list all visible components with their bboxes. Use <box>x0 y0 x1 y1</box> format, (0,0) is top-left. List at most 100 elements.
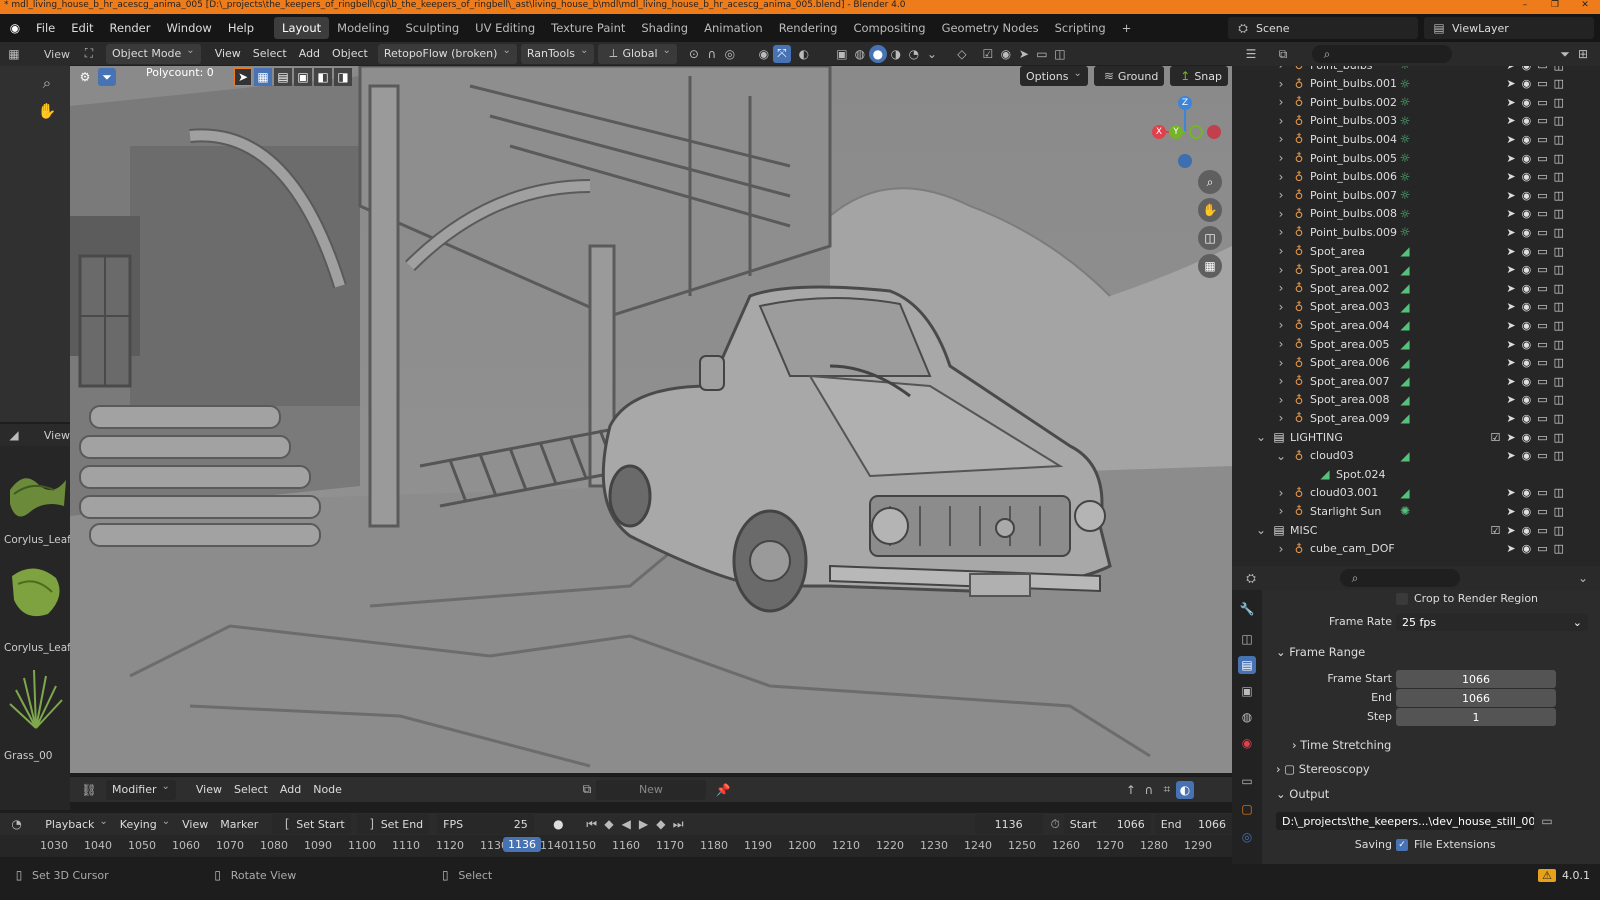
hand-pan-icon[interactable]: ✋ <box>38 102 57 120</box>
light-data-icon[interactable]: ◢ <box>1396 354 1414 372</box>
monitor-icon[interactable]: ▭ <box>1033 45 1051 63</box>
select-arrow-icon[interactable]: ➤ <box>1506 412 1515 425</box>
chevron-right-icon[interactable]: › <box>1272 112 1290 130</box>
tab-animation[interactable]: Animation <box>696 17 771 39</box>
menu-view[interactable]: View <box>209 44 247 64</box>
chevron-right-icon[interactable]: › <box>1272 75 1290 93</box>
select-arrow-icon[interactable]: ➤ <box>1506 319 1515 332</box>
light-data-icon[interactable]: ◢ <box>1396 484 1414 502</box>
eye-icon[interactable]: ◉ <box>997 45 1015 63</box>
add-workspace-button[interactable]: + <box>1114 17 1140 39</box>
monitor-icon[interactable]: ▭ <box>1537 282 1547 295</box>
camera-render-icon[interactable]: ◫ <box>1554 505 1564 518</box>
menu-edit[interactable]: Edit <box>63 21 101 35</box>
camera-render-icon[interactable]: ◫ <box>1554 375 1564 388</box>
include-checkbox-icon[interactable]: ☑ <box>1490 524 1500 537</box>
light-data-icon[interactable]: ☼ <box>1396 93 1414 111</box>
frame-range-panel[interactable]: ⌄ Frame Range <box>1276 645 1365 659</box>
chevron-right-icon[interactable]: › <box>1272 391 1290 409</box>
chevron-right-icon[interactable]: › <box>1272 335 1290 353</box>
tab-texture-paint[interactable]: Texture Paint <box>543 17 633 39</box>
playback-menu[interactable]: Playback <box>39 814 113 834</box>
menu-object[interactable]: Object <box>326 44 374 64</box>
output-path-field[interactable]: D:\_projects\the_keepers...\dev_house_st… <box>1276 812 1534 830</box>
outliner-row[interactable]: › ♁ Spot_area.003 ◢ ➤ ◉ ▭ ◫ <box>1232 298 1600 316</box>
monitor-icon[interactable]: ▭ <box>1537 505 1547 518</box>
camera-render-icon[interactable]: ◫ <box>1554 282 1564 295</box>
eye-icon[interactable]: ◉ <box>1522 505 1532 518</box>
outliner-row[interactable]: › ♁ Point_bulbs.009 ☼ ➤ ◉ ▭ ◫ <box>1232 223 1600 241</box>
orientation-dropdown[interactable]: ⟂ Global <box>598 43 677 64</box>
light-data-icon[interactable]: ◢ <box>1396 391 1414 409</box>
camera-render-icon[interactable]: ◫ <box>1554 66 1564 72</box>
scene-tab-icon[interactable]: ◍ <box>1238 708 1256 726</box>
light-data-icon[interactable]: ◢ <box>1396 316 1414 334</box>
gizmo-z-axis[interactable]: Z <box>1178 96 1192 110</box>
cursor-select-icon[interactable]: ➤ <box>1015 45 1033 63</box>
gizmo-toggle-icon[interactable]: ⤧ <box>772 44 791 63</box>
menu-select[interactable]: Select <box>247 44 293 64</box>
camera-render-icon[interactable]: ◫ <box>1554 226 1564 239</box>
camera-render-icon[interactable]: ◫ <box>1554 393 1564 406</box>
eye-icon[interactable]: ◉ <box>1522 524 1532 537</box>
eye-icon[interactable]: ◉ <box>1522 486 1532 499</box>
3d-viewport[interactable]: ⚙ ⏷ Polycount: 0 ➤ ▦ ▤ ▣ ◧ ◨ Options ≋Gr… <box>70 66 1232 773</box>
chevron-right-icon[interactable]: › <box>1272 223 1290 241</box>
overlay-icon[interactable]: ◐ <box>795 45 813 63</box>
monitor-icon[interactable]: ▭ <box>1537 449 1547 462</box>
material-shading-icon[interactable]: ◑ <box>887 45 905 63</box>
gizmo-neg-y-axis[interactable] <box>1189 125 1203 139</box>
outliner-row[interactable]: › ♁ Point_bulbs.004 ☼ ➤ ◉ ▭ ◫ <box>1232 130 1600 148</box>
chevron-right-icon[interactable]: › <box>1272 484 1290 502</box>
camera-render-icon[interactable]: ◫ <box>1554 77 1564 90</box>
light-data-icon[interactable]: ☼ <box>1396 186 1414 204</box>
select-arrow-icon[interactable]: ➤ <box>1506 431 1515 444</box>
snap-button[interactable]: ↥ Snap <box>1170 66 1228 86</box>
frame-end-field[interactable]: 1066 <box>1396 689 1556 707</box>
grass-thumbnail[interactable] <box>4 664 68 736</box>
chevron-down-icon[interactable]: ⌄ <box>1252 521 1270 539</box>
menu-render[interactable]: Render <box>102 21 159 35</box>
select-arrow-icon[interactable]: ➤ <box>1506 245 1515 258</box>
light-data-icon[interactable]: ◢ <box>1396 242 1414 260</box>
outliner-row[interactable]: › ♁ cloud03.001 ◢ ➤ ◉ ▭ ◫ <box>1232 484 1600 502</box>
snap-icon[interactable]: ∩ <box>1140 781 1158 799</box>
eye-icon[interactable]: ◉ <box>1522 338 1532 351</box>
outliner-row[interactable]: › ♁ Point_bulbs.007 ☼ ➤ ◉ ▭ ◫ <box>1232 186 1600 204</box>
monitor-icon[interactable]: ▭ <box>1537 338 1547 351</box>
chevron-right-icon[interactable]: › <box>1272 540 1290 558</box>
monitor-icon[interactable]: ▭ <box>1537 375 1547 388</box>
monitor-icon[interactable]: ▭ <box>1537 66 1547 72</box>
options-icon[interactable]: ⌄ <box>1574 569 1592 587</box>
outliner-search[interactable]: ⌕ <box>1312 45 1452 63</box>
editor-type-icon[interactable]: ⛭ <box>1242 569 1260 587</box>
tool-tab-icon[interactable]: 🔧 <box>1238 600 1256 618</box>
select-arrow-icon[interactable]: ➤ <box>1506 524 1515 537</box>
outliner-row[interactable]: › ♁ Spot_area.001 ◢ ➤ ◉ ▭ ◫ <box>1232 261 1600 279</box>
outliner-row[interactable]: › ♁ Spot_area ◢ ➤ ◉ ▭ ◫ <box>1232 242 1600 260</box>
select-intersect-icon[interactable]: ◨ <box>334 68 352 86</box>
left-view-menu[interactable]: View <box>44 48 70 61</box>
monitor-icon[interactable]: ▭ <box>1537 114 1547 127</box>
camera-render-icon[interactable]: ◫ <box>1554 431 1564 444</box>
mode-dropdown[interactable]: Object Mode <box>106 43 201 64</box>
rendered-shading-icon[interactable]: ◔ <box>905 45 923 63</box>
timeline-ruler[interactable]: 1030 1040 1050 1060 1070 1080 1090 1100 … <box>0 835 1232 857</box>
select-arrow-icon[interactable]: ➤ <box>1506 300 1515 313</box>
editor-type-icon[interactable]: ⛓ <box>80 781 98 799</box>
light-data-icon[interactable]: ◢ <box>1396 279 1414 297</box>
eye-icon[interactable]: ◉ <box>1522 449 1532 462</box>
tab-layout[interactable]: Layout <box>274 17 330 39</box>
object-tab-icon[interactable]: ▢ <box>1238 800 1256 818</box>
tab-scripting[interactable]: Scripting <box>1047 17 1114 39</box>
monitor-icon[interactable]: ▭ <box>1537 152 1547 165</box>
node-menu-add[interactable]: Add <box>274 780 307 800</box>
jump-end-icon[interactable]: ⏭ <box>669 815 686 833</box>
eye-icon[interactable]: ◉ <box>1522 114 1532 127</box>
menu-add[interactable]: Add <box>293 44 326 64</box>
eye-icon[interactable]: ◉ <box>1522 207 1532 220</box>
fps-field[interactable]: FPS 25 <box>437 814 534 834</box>
close-window-button[interactable]: ✕ <box>1570 0 1600 10</box>
camera-render-icon[interactable]: ◫ <box>1554 338 1564 351</box>
outliner-row[interactable]: › ♁ Spot_area.002 ◢ ➤ ◉ ▭ ◫ <box>1232 279 1600 297</box>
